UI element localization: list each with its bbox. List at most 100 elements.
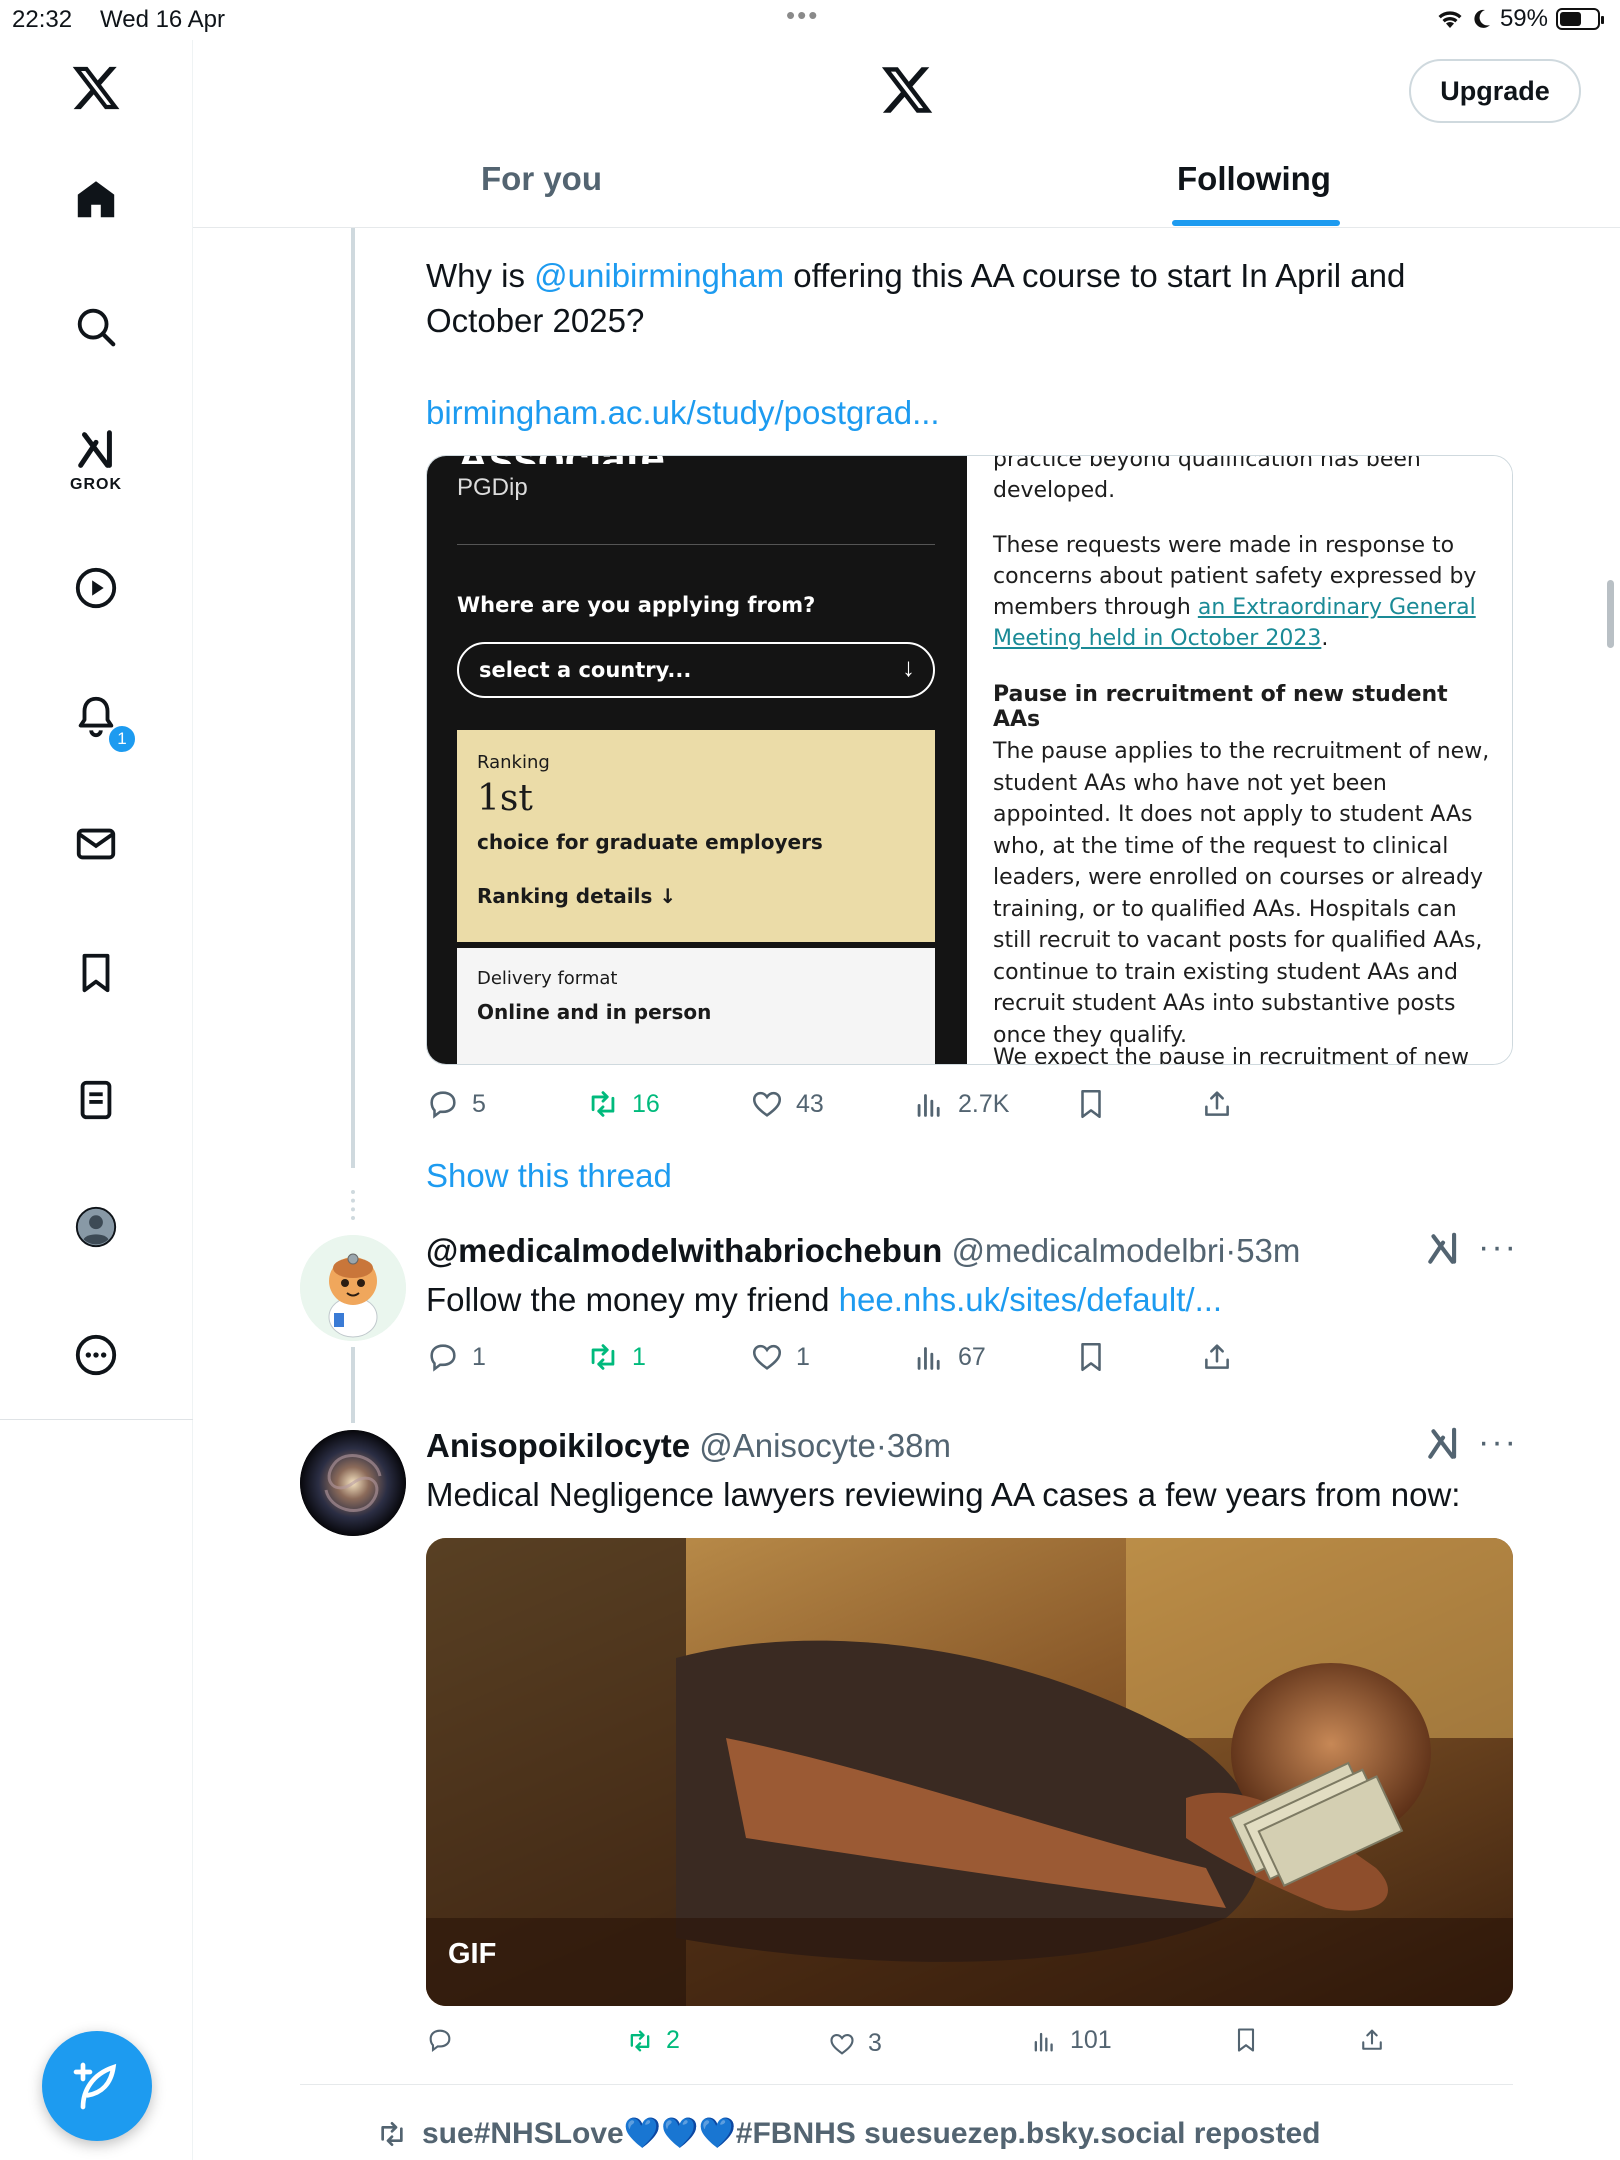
repost-context-text: sue#NHSLove💙💙💙#FBNHS suesuezep.bsky.soci… [422,2117,1321,2150]
show-thread-link[interactable]: Show this thread [426,1153,672,1198]
views-icon [1034,2032,1053,2051]
moon-icon [1474,9,1490,28]
reply-icon [430,1091,456,1119]
like-button[interactable]: 43 [750,1087,824,1121]
share-button[interactable] [1200,1340,1234,1374]
grok-icon[interactable] [1424,1425,1462,1468]
repost-button[interactable]: 1 [586,1340,646,1374]
bookmark-button[interactable] [1232,2026,1260,2054]
card-right-para1: These requests were made in response to … [993,530,1493,654]
tweet-time[interactable]: 53m [1236,1232,1300,1269]
home-icon[interactable] [66,170,126,230]
grok-icon[interactable] [66,420,126,480]
reply-icon [429,2029,451,2053]
card-right-para3: We expect the pause in recruitment of ne… [993,1045,1470,1065]
ranking-details-link[interactable]: Ranking details ↓ [477,884,676,908]
active-tab-indicator [1172,220,1340,226]
tweet-text: Medical Negligence lawyers reviewing AA … [426,1476,1461,1513]
tweet-text-part: Follow the money my friend [426,1281,839,1318]
applying-question: Where are you applying from? [457,593,816,617]
like-count: 43 [796,1089,824,1118]
tweet-text: Follow the money my friend hee.nhs.uk/si… [426,1277,1222,1322]
dot-separator: · [1225,1232,1237,1269]
x-logo-icon[interactable] [879,62,935,123]
reply-button[interactable]: 1 [426,1340,486,1374]
repost-context[interactable]: sue#NHSLove💙💙💙#FBNHS suesuezep.bsky.soci… [376,2116,1320,2151]
like-button[interactable]: 1 [750,1340,810,1374]
bookmark-button[interactable] [1074,1340,1108,1374]
ranking-label: Ranking [477,752,550,773]
avatar[interactable] [300,1235,406,1341]
delivery-label: Delivery format [477,968,618,989]
para-text: . [1321,626,1329,651]
avatar[interactable] [300,1430,406,1536]
reply-icon [430,1344,456,1372]
compose-icon [73,2062,117,2110]
mail-icon[interactable] [66,814,126,874]
arrow-down-icon: ↓ [659,884,677,908]
author-name[interactable]: @medicalmodelwithabriochebun [426,1232,942,1269]
repost-icon [630,2030,650,2051]
grok-label: GROK [70,476,122,493]
views-button[interactable]: 67 [912,1340,986,1374]
grok-icon[interactable] [1424,1230,1462,1273]
list-icon[interactable] [66,1070,126,1130]
bookmark-icon [1081,1089,1101,1119]
reply-count: 5 [472,1089,486,1118]
like-icon [752,1344,782,1370]
link-preview-card[interactable]: Associate PGDip Where are you applying f… [426,455,1513,1065]
repost-button[interactable]: 16 [586,1087,660,1121]
views-button[interactable]: 101 [1030,2026,1112,2055]
mention-link[interactable]: @unibirmingham [534,257,784,294]
scrollbar-thumb[interactable] [1607,580,1614,648]
share-button[interactable] [1200,1087,1234,1121]
country-select-value: select a country... [479,658,692,682]
author-handle[interactable]: @medicalmodelbri [951,1232,1225,1269]
compose-button[interactable] [42,2031,152,2141]
gif-media[interactable]: GIF [426,1538,1513,2006]
timeline-header: Upgrade For you Following [193,40,1620,228]
sidebar-divider [0,1419,193,1420]
profile-icon[interactable] [66,1197,126,1257]
bookmark-button[interactable] [1074,1087,1108,1121]
thread-line [351,228,355,1168]
like-button[interactable]: 3 [828,2029,882,2058]
tab-for-you[interactable]: For you [481,160,602,198]
more-options-icon[interactable]: ··· [1478,1228,1518,1267]
tweet-text: Why is @unibirmingham offering this AA c… [426,253,1516,343]
repost-icon [591,1091,615,1117]
card-right-panel: practice beyond qualification has been d… [967,456,1512,1065]
video-icon[interactable] [66,558,126,618]
repost-count: 1 [632,1342,646,1371]
ranking-details-label: Ranking details [477,884,653,908]
views-icon [917,1347,940,1370]
reply-button[interactable] [426,2026,466,2054]
search-icon[interactable] [66,297,126,357]
bookmark-icon[interactable] [66,943,126,1003]
notification-badge: 1 [107,724,137,754]
multitask-dots-icon[interactable]: ••• [786,0,819,31]
reply-button[interactable]: 5 [426,1087,486,1121]
status-right: 59% [1436,5,1604,33]
country-select[interactable]: select a country... ↓ [457,642,935,698]
tab-following[interactable]: Following [1177,160,1331,198]
more-options-icon[interactable]: ··· [1478,1423,1518,1462]
views-count: 101 [1070,2026,1112,2054]
views-button[interactable]: 2.7K [912,1087,1009,1121]
upgrade-button[interactable]: Upgrade [1409,59,1581,123]
more-circle-icon[interactable] [66,1325,126,1385]
status-date: Wed 16 Apr [100,6,225,33]
repost-button[interactable]: 2 [626,2026,680,2055]
status-time: 22:32 [12,6,73,33]
gif-badge: GIF [448,1938,497,1970]
tweet-url-link[interactable]: hee.nhs.uk/sites/default/... [839,1281,1222,1318]
tweet-url-link[interactable]: birmingham.ac.uk/study/postgrad... [426,390,940,435]
tweet-time[interactable]: 38m [887,1427,951,1464]
x-logo-icon[interactable] [66,58,126,118]
author-name[interactable]: Anisopoikilocyte [426,1427,690,1464]
ranking-desc: choice for graduate employers [477,830,823,854]
author-handle[interactable]: @Anisocyte [699,1427,876,1464]
share-button[interactable] [1358,2026,1386,2054]
status-bar: 22:32 Wed 16 Apr ••• 59% [0,0,1620,40]
card-subtitle: PGDip [457,474,528,501]
